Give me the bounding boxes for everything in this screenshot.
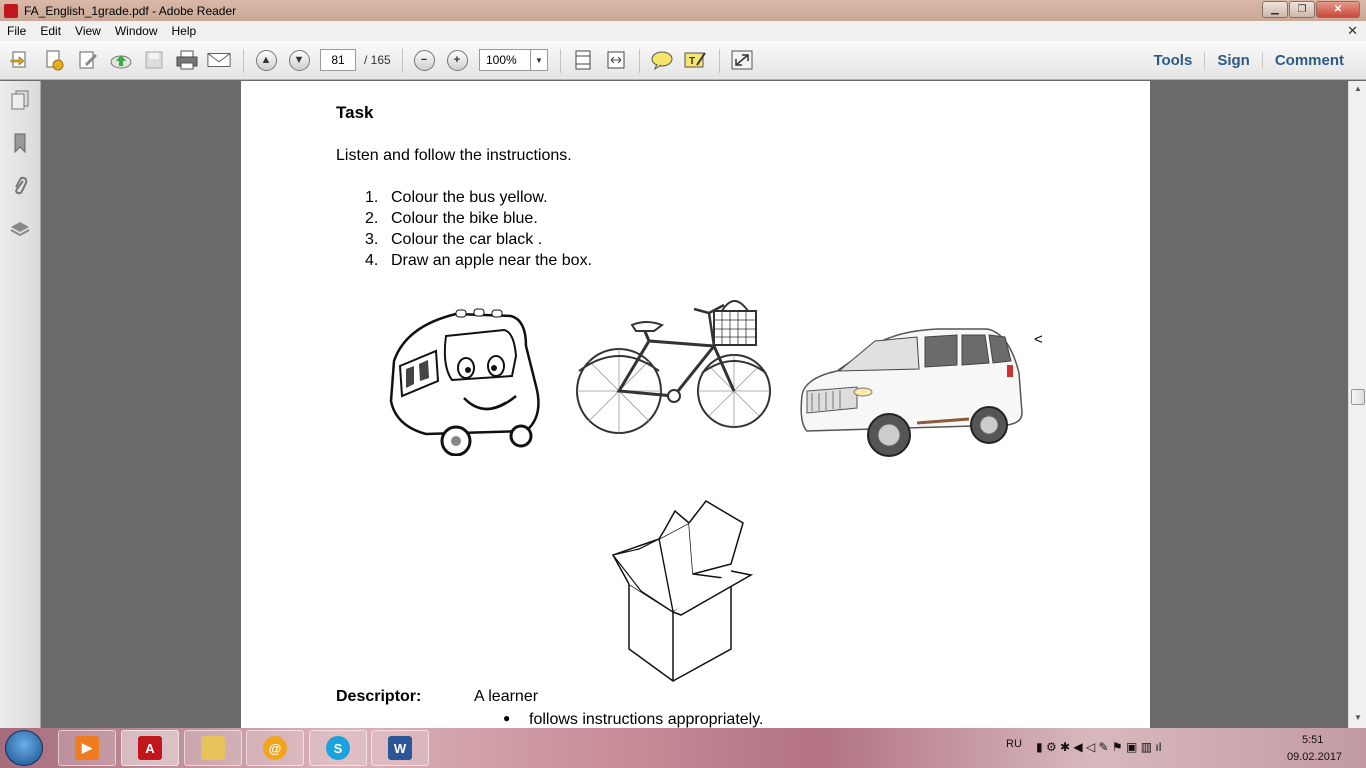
create-pdf-icon[interactable]	[42, 49, 66, 71]
descriptor-bullet: follows instructions appropriately.	[529, 711, 764, 728]
attachments-icon[interactable]	[9, 175, 31, 197]
toolbar-separator	[719, 49, 720, 73]
save-icon[interactable]	[142, 49, 166, 71]
descriptor-label: Descriptor:	[336, 688, 422, 705]
toolbar-separator	[560, 49, 561, 73]
skype-icon: S	[326, 736, 350, 760]
arrow-up-icon: ▲	[255, 49, 277, 71]
taskbar-mail-agent[interactable]: @	[246, 730, 304, 766]
list-item-number: 4.	[365, 252, 379, 269]
svg-text:T: T	[689, 56, 695, 67]
scroll-down-icon[interactable]: ▼	[1352, 713, 1364, 725]
arrow-down-icon: ▼	[288, 49, 310, 71]
fit-width-icon[interactable]	[604, 49, 628, 71]
sticky-note-icon[interactable]	[650, 49, 674, 71]
open-icon[interactable]	[8, 49, 32, 71]
toolbar-links: Tools Sign Comment	[1141, 52, 1356, 69]
descriptor-text: A learner	[474, 688, 539, 705]
bookmarks-icon[interactable]	[9, 132, 31, 154]
zoom-in-button[interactable]: +	[445, 49, 469, 71]
zoom-select[interactable]: 100% ▼	[479, 49, 548, 71]
taskbar-adobe-reader[interactable]: A	[121, 730, 179, 766]
highlight-text-icon[interactable]: T	[683, 49, 707, 71]
toolbar-separator	[639, 49, 640, 73]
vertical-scrollbar[interactable]: ▲ ▼	[1348, 81, 1366, 728]
list-item-number: 3.	[365, 231, 379, 248]
menu-view[interactable]: View	[68, 24, 108, 38]
email-icon[interactable]	[207, 49, 231, 71]
list-item: Colour the bus yellow.	[391, 189, 548, 206]
page-number-input[interactable]: 81	[320, 49, 356, 71]
folder-icon	[201, 736, 225, 760]
tray-icons[interactable]: ▮ ⚙ ✱ ◀ ◁ ✎ ⚑ ▣ ▥ ıl	[1036, 740, 1161, 754]
tools-link[interactable]: Tools	[1141, 52, 1204, 69]
adobe-reader-taskbar-icon: A	[138, 736, 162, 760]
zoom-out-button[interactable]: −	[412, 49, 436, 71]
list-item-number: 1.	[365, 189, 379, 206]
next-page-button[interactable]: ▼	[287, 49, 311, 71]
previous-page-button[interactable]: ▲	[254, 49, 278, 71]
car-illustration	[800, 328, 1023, 457]
list-item-number: 2.	[365, 210, 379, 227]
plus-icon: +	[446, 49, 468, 71]
page-total: / 165	[364, 53, 391, 67]
comment-link[interactable]: Comment	[1261, 52, 1356, 69]
toolbar-separator	[402, 49, 403, 73]
menu-window[interactable]: Window	[108, 24, 165, 38]
bus-illustration	[389, 308, 540, 456]
clock-time[interactable]: 5:51	[1302, 734, 1323, 746]
box-illustration	[611, 500, 754, 682]
sign-link[interactable]: Sign	[1204, 52, 1262, 69]
close-document-icon[interactable]: ✕	[1347, 23, 1358, 39]
window-title: FA_English_1grade.pdf - Adobe Reader	[24, 3, 237, 18]
list-item: Draw an apple near the box.	[391, 252, 593, 269]
pdf-page: Task Listen and follow the instructions.…	[241, 81, 1150, 728]
input-language[interactable]: RU	[1006, 738, 1022, 750]
adobe-reader-icon	[4, 3, 18, 18]
list-item: Colour the bike blue.	[391, 210, 538, 227]
start-button[interactable]	[5, 730, 43, 766]
scroll-thumb[interactable]	[1351, 389, 1365, 405]
scroll-up-icon[interactable]: ▲	[1352, 84, 1364, 96]
taskbar-explorer[interactable]	[184, 730, 242, 766]
menu-edit[interactable]: Edit	[33, 24, 68, 38]
chevron-down-icon[interactable]: ▼	[530, 50, 547, 70]
word-icon: W	[388, 736, 412, 760]
list-item: Colour the car black .	[391, 231, 543, 248]
maximize-button[interactable]: ❐	[1289, 1, 1315, 18]
document-viewer[interactable]: Task Listen and follow the instructions.…	[42, 81, 1348, 728]
menu-file[interactable]: File	[0, 24, 33, 38]
minimize-button[interactable]: ▁	[1262, 1, 1288, 18]
toolbar-separator	[243, 49, 244, 73]
at-sign-icon: @	[263, 736, 287, 760]
bicycle-illustration	[576, 300, 771, 434]
menu-bar: File Edit View Window Help ✕	[0, 21, 1366, 41]
title-bar: FA_English_1grade.pdf - Adobe Reader ▁ ❐…	[0, 0, 1366, 21]
zoom-value: 100%	[486, 53, 517, 67]
navigation-pane	[0, 81, 41, 728]
taskbar-media-player[interactable]: ▶	[58, 730, 116, 766]
task-heading: Task	[336, 103, 374, 122]
print-icon[interactable]	[175, 49, 199, 71]
close-button[interactable]: ✕	[1316, 1, 1360, 18]
layers-icon[interactable]	[9, 218, 31, 240]
fit-page-icon[interactable]	[571, 49, 595, 71]
window-controls: ▁ ❐ ✕	[1262, 1, 1360, 18]
minus-icon: −	[413, 49, 435, 71]
edit-icon[interactable]	[76, 49, 100, 71]
stray-mark: <	[1034, 331, 1043, 348]
intro-text: Listen and follow the instructions.	[336, 147, 572, 164]
taskbar-word[interactable]: W	[371, 730, 429, 766]
clock-date[interactable]: 09.02.2017	[1287, 751, 1342, 763]
taskbar-skype[interactable]: S	[309, 730, 367, 766]
media-player-icon: ▶	[75, 736, 99, 760]
page-thumbnails-icon[interactable]	[9, 89, 31, 111]
bullet-icon: ●	[503, 711, 511, 725]
menu-help[interactable]: Help	[165, 24, 204, 38]
upload-cloud-icon[interactable]	[109, 49, 133, 71]
full-screen-icon[interactable]	[730, 49, 754, 71]
